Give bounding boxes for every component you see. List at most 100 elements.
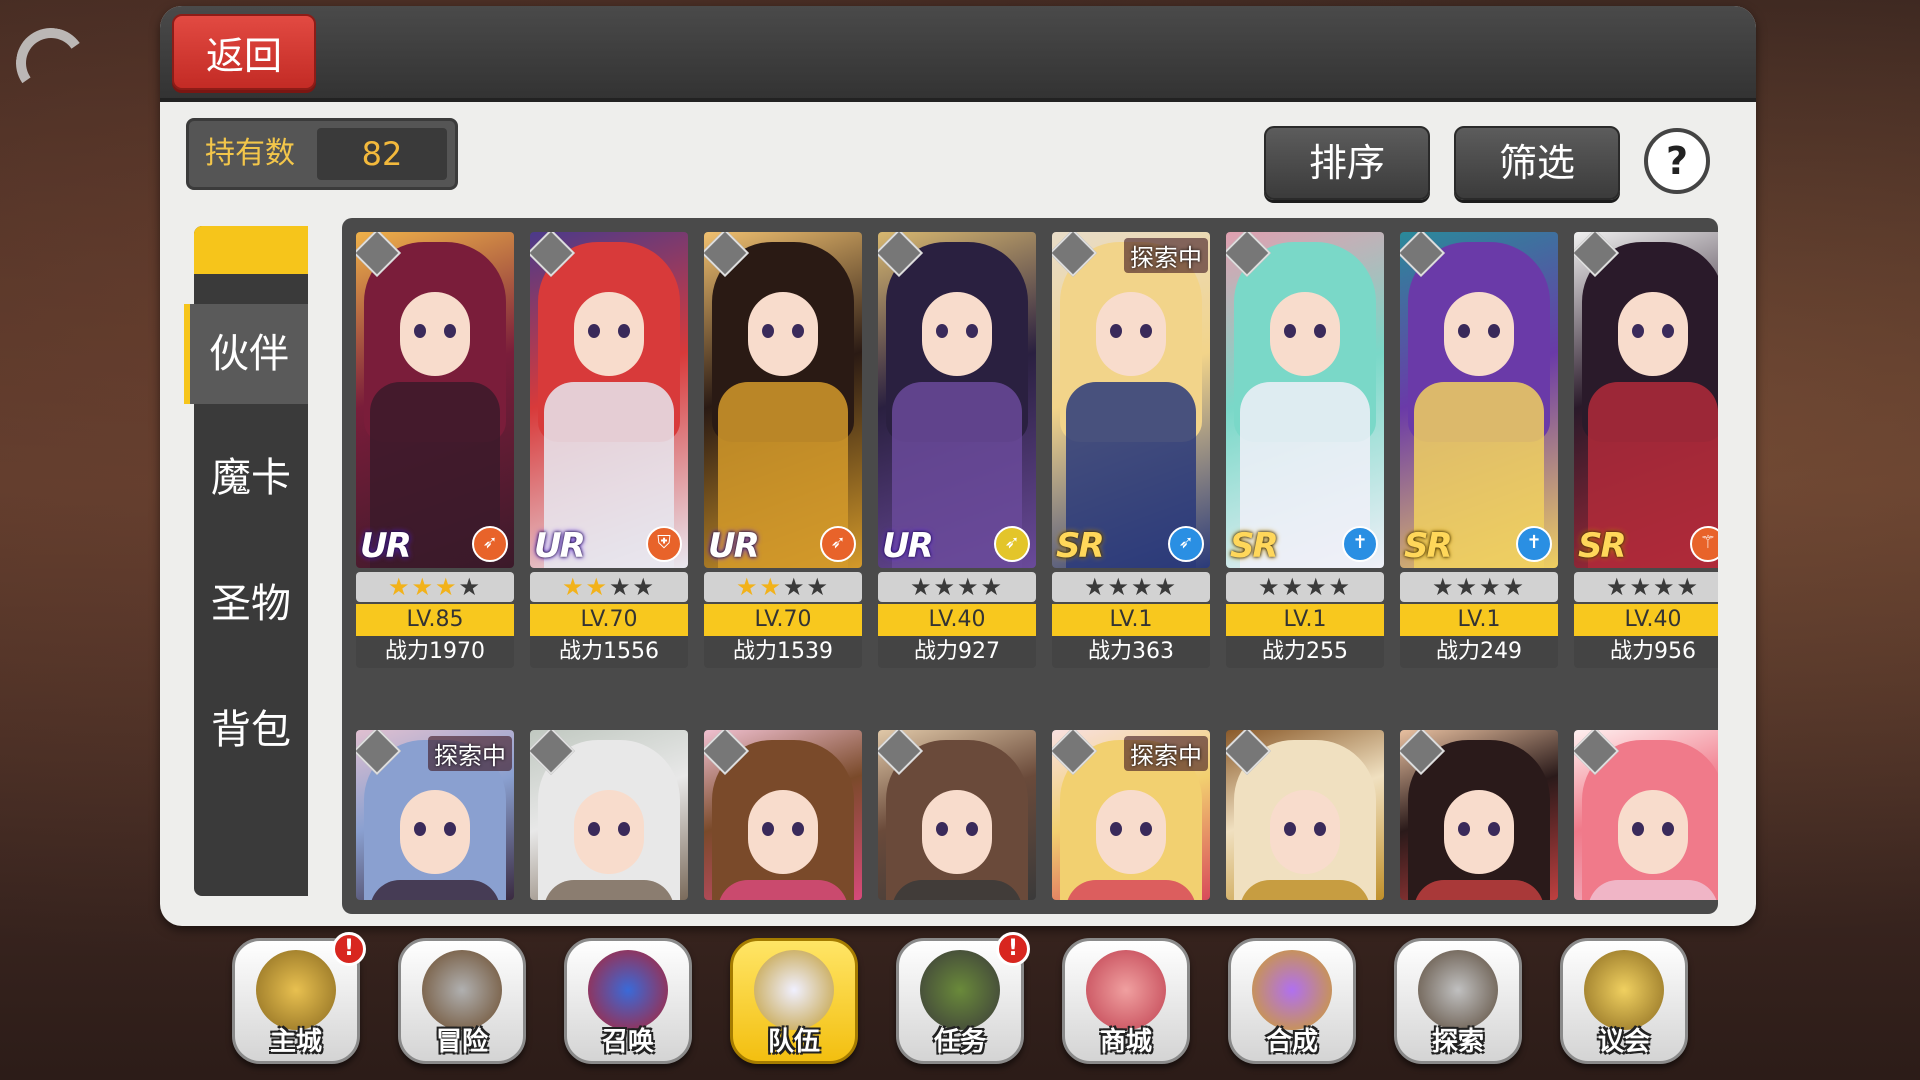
character-portrait xyxy=(704,730,862,900)
character-face xyxy=(574,790,644,874)
nav-castle-button[interactable]: 主城! xyxy=(232,932,366,1064)
character-eye xyxy=(1140,822,1152,836)
star-icon: ★ xyxy=(1154,573,1179,601)
sort-button[interactable]: 排序 xyxy=(1264,126,1430,200)
character-face xyxy=(1270,790,1340,874)
back-button[interactable]: 返回 xyxy=(172,14,316,90)
character-eye xyxy=(966,324,978,338)
power-label: 战力249 xyxy=(1400,636,1558,668)
character-eye xyxy=(1632,822,1644,836)
council-crest-icon xyxy=(1584,950,1664,1030)
character-eye xyxy=(1110,822,1122,836)
star-icon: ★ xyxy=(609,573,633,601)
level-label: LV.1 xyxy=(1400,604,1558,636)
star-icon: ★ xyxy=(783,573,807,601)
side-tabs-header xyxy=(194,226,308,274)
character-portrait: UR ➶ xyxy=(878,232,1036,568)
character-eye xyxy=(1662,822,1674,836)
potion-icon xyxy=(1252,950,1332,1030)
nav-label: 合成 xyxy=(1265,1027,1318,1057)
power-label: 战力927 xyxy=(878,636,1036,668)
character-portrait: 探索中 SR ➶ xyxy=(1052,232,1210,568)
character-eye xyxy=(444,324,456,338)
star-icon: ★ xyxy=(1131,573,1155,601)
nav-quest-book-button[interactable]: 任务! xyxy=(896,932,1030,1064)
nav-label: 任务 xyxy=(933,1027,986,1057)
exploring-tag: 探索中 xyxy=(1124,736,1208,771)
star-icon: ★ xyxy=(1676,573,1701,601)
star-icon: ★ xyxy=(387,573,412,601)
team-emblem-icon xyxy=(754,950,834,1030)
nav-label: 主城 xyxy=(269,1027,322,1057)
character-portrait: UR ➶ xyxy=(356,232,514,568)
shield-icon: ⛨ xyxy=(646,526,682,562)
help-button[interactable]: ? xyxy=(1644,128,1710,194)
nav-team-emblem-button[interactable]: 队伍 xyxy=(730,938,858,1064)
level-label: LV.85 xyxy=(356,604,514,636)
level-label: LV.40 xyxy=(1574,604,1718,636)
star-icon: ★ xyxy=(632,573,657,601)
quest-book-icon xyxy=(920,950,1000,1030)
rarity-badge: SR xyxy=(1056,526,1105,566)
character-face xyxy=(748,790,818,874)
nav-summon-card-button[interactable]: 召唤 xyxy=(564,938,692,1064)
star-icon: ★ xyxy=(806,573,831,601)
star-icon: ★ xyxy=(1328,573,1353,601)
shop-tree-icon xyxy=(1086,950,1166,1030)
nav-label: 商城 xyxy=(1099,1027,1152,1057)
star-icon: ★ xyxy=(458,573,483,601)
character-eye xyxy=(792,324,804,338)
rarity-badge: SR xyxy=(1578,526,1627,566)
star-rating: ★★★★ xyxy=(704,572,862,602)
character-eye xyxy=(966,822,978,836)
tab-backpack[interactable]: 背包 xyxy=(194,680,308,780)
star-icon: ★ xyxy=(1107,573,1131,601)
cross-icon: ✝ xyxy=(1516,526,1552,562)
character-face xyxy=(748,292,818,376)
character-outfit xyxy=(1240,880,1370,900)
character-face xyxy=(574,292,644,376)
nav-label: 议会 xyxy=(1597,1027,1650,1057)
power-label: 战力1970 xyxy=(356,636,514,668)
filter-button[interactable]: 筛选 xyxy=(1454,126,1620,200)
nav-shop-tree-button[interactable]: 商城 xyxy=(1062,938,1190,1064)
rarity-badge: SR xyxy=(1404,526,1453,566)
star-icon: ★ xyxy=(1083,573,1108,601)
nav-label: 召唤 xyxy=(601,1027,654,1057)
nav-potion-button[interactable]: 合成 xyxy=(1228,938,1356,1064)
tab-partners[interactable]: 伙伴 xyxy=(184,304,308,404)
nav-label: 冒险 xyxy=(435,1027,488,1057)
character-eye xyxy=(1314,822,1326,836)
loading-indicator-icon xyxy=(10,22,92,104)
star-rating: ★★★★ xyxy=(530,572,688,602)
character-eye xyxy=(588,324,600,338)
character-eye xyxy=(414,822,426,836)
tab-relics[interactable]: 圣物 xyxy=(194,554,308,654)
character-outfit xyxy=(718,880,848,900)
character-face xyxy=(1096,790,1166,874)
summon-card-icon xyxy=(588,950,668,1030)
character-eye xyxy=(936,822,948,836)
star-icon: ★ xyxy=(1281,573,1305,601)
character-face xyxy=(922,292,992,376)
rarity-badge: UR xyxy=(534,526,586,566)
rarity-badge: SR xyxy=(1230,526,1279,566)
side-tabs: 伙伴 魔卡 圣物 背包 xyxy=(184,226,308,896)
star-icon: ★ xyxy=(933,573,957,601)
nav-council-crest-button[interactable]: 议会 xyxy=(1560,938,1688,1064)
character-outfit xyxy=(892,880,1022,900)
nav-shovel-button[interactable]: 探索 xyxy=(1394,938,1522,1064)
partner-panel: 返回 持有数 82 排序 筛选 ? 伙伴 魔卡 圣物 背包 UR ➶ ★★★★ LV.… xyxy=(160,6,1756,926)
character-eye xyxy=(1662,324,1674,338)
star-icon: ★ xyxy=(1502,573,1527,601)
character-portrait xyxy=(1574,730,1718,900)
character-face xyxy=(1444,292,1514,376)
character-face xyxy=(1618,292,1688,376)
nav-swords-button[interactable]: 冒险 xyxy=(398,938,526,1064)
shovel-icon xyxy=(1418,950,1498,1030)
star-icon: ★ xyxy=(1257,573,1282,601)
power-label: 战力956 xyxy=(1574,636,1718,668)
character-eye xyxy=(1632,324,1644,338)
partner-grid: UR ➶ ★★★★ LV.85 战力1970 UR ⛨ ★★★★ LV.70 战力1556 UR ➶ ★… xyxy=(342,218,1718,914)
tab-magic-cards[interactable]: 魔卡 xyxy=(194,428,308,528)
